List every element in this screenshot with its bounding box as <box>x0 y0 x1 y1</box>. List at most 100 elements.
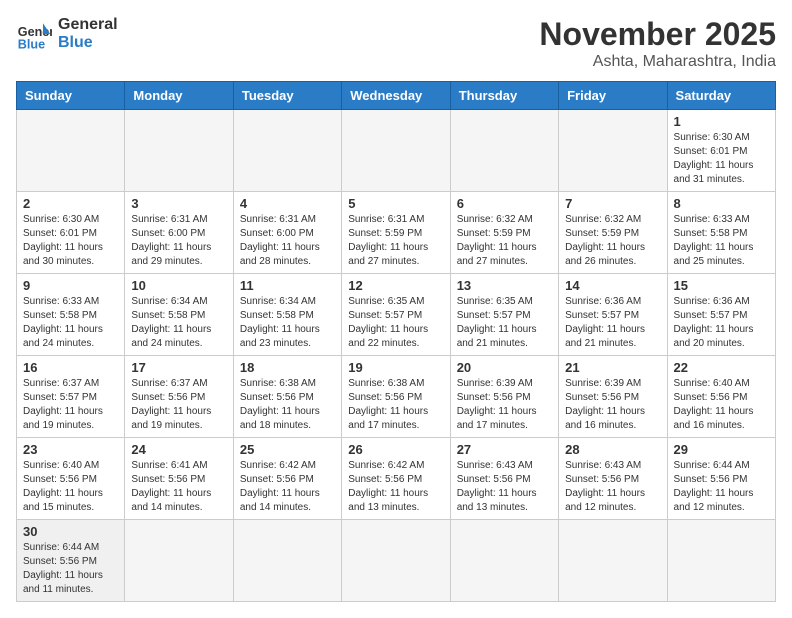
calendar-day-cell <box>233 110 341 192</box>
day-info: Sunrise: 6:31 AMSunset: 6:00 PMDaylight:… <box>131 213 226 269</box>
calendar-day-cell: 28Sunrise: 6:43 AMSunset: 5:56 PMDayligh… <box>559 438 667 520</box>
calendar-day-cell: 13 Sunrise: 6:35 AMSunset: 5:57 PMDayligh… <box>450 274 558 356</box>
calendar-day-cell: 17Sunrise: 6:37 AMSunset: 5:56 PMDayligh… <box>125 356 233 438</box>
day-info: Sunrise: 6:42 AMSunset: 5:56 PMDaylight:… <box>348 459 443 515</box>
day-number: 4 <box>240 196 335 211</box>
day-number: 24 <box>131 442 226 457</box>
day-info: Sunrise: 6:39 AMSunset: 5:56 PMDaylight:… <box>565 377 660 433</box>
calendar-day-cell: 14 Sunrise: 6:36 AMSunset: 5:57 PMDayligh… <box>559 274 667 356</box>
day-number: 23 <box>23 442 118 457</box>
logo-icon: General Blue <box>16 16 52 52</box>
calendar-day-cell: 25 Sunrise: 6:42 AMSunset: 5:56 PMDayligh… <box>233 438 341 520</box>
day-number: 12 <box>348 278 443 293</box>
day-info: Sunrise: 6:33 AMSunset: 5:58 PMDaylight:… <box>674 213 769 269</box>
calendar-day-cell: 7 Sunrise: 6:32 AMSunset: 5:59 PMDaylight… <box>559 192 667 274</box>
calendar-day-cell <box>450 110 558 192</box>
day-number: 25 <box>240 442 335 457</box>
weekday-header: Friday <box>559 82 667 110</box>
title-area: November 2025 Ashta, Maharashtra, India <box>539 16 776 71</box>
calendar-day-cell <box>342 520 450 602</box>
calendar-day-cell <box>450 520 558 602</box>
day-number: 20 <box>457 360 552 375</box>
day-info: Sunrise: 6:44 AMSunset: 5:56 PMDaylight:… <box>674 459 769 515</box>
calendar-week-row: 2 Sunrise: 6:30 AMSunset: 6:01 PMDaylight… <box>17 192 776 274</box>
calendar-week-row: 23 Sunrise: 6:40 AMSunset: 5:56 PMDayligh… <box>17 438 776 520</box>
calendar-header-row: SundayMondayTuesdayWednesdayThursdayFrid… <box>17 82 776 110</box>
day-info: Sunrise: 6:36 AMSunset: 5:57 PMDaylight:… <box>565 295 660 351</box>
day-info: Sunrise: 6:31 AMSunset: 5:59 PMDaylight:… <box>348 213 443 269</box>
day-number: 3 <box>131 196 226 211</box>
logo-general-text: General <box>58 16 118 34</box>
calendar-day-cell: 15Sunrise: 6:36 AMSunset: 5:57 PMDayligh… <box>667 274 775 356</box>
day-number: 26 <box>348 442 443 457</box>
calendar-day-cell: 1Sunrise: 6:30 AMSunset: 6:01 PMDaylight… <box>667 110 775 192</box>
day-info: Sunrise: 6:39 AMSunset: 5:56 PMDaylight:… <box>457 377 552 433</box>
day-info: Sunrise: 6:41 AMSunset: 5:56 PMDaylight:… <box>131 459 226 515</box>
day-number: 9 <box>23 278 118 293</box>
calendar-day-cell: 23 Sunrise: 6:40 AMSunset: 5:56 PMDayligh… <box>17 438 125 520</box>
calendar-day-cell: 22Sunrise: 6:40 AMSunset: 5:56 PMDayligh… <box>667 356 775 438</box>
day-number: 10 <box>131 278 226 293</box>
calendar-day-cell: 3 Sunrise: 6:31 AMSunset: 6:00 PMDaylight… <box>125 192 233 274</box>
day-number: 28 <box>565 442 660 457</box>
calendar-day-cell: 29 Sunrise: 6:44 AMSunset: 5:56 PMDayligh… <box>667 438 775 520</box>
calendar-day-cell: 9 Sunrise: 6:33 AMSunset: 5:58 PMDaylight… <box>17 274 125 356</box>
calendar-day-cell <box>125 520 233 602</box>
calendar-day-cell: 4 Sunrise: 6:31 AMSunset: 6:00 PMDaylight… <box>233 192 341 274</box>
day-number: 2 <box>23 196 118 211</box>
calendar-day-cell: 26 Sunrise: 6:42 AMSunset: 5:56 PMDayligh… <box>342 438 450 520</box>
calendar-day-cell <box>342 110 450 192</box>
weekday-header: Thursday <box>450 82 558 110</box>
calendar-day-cell: 27Sunrise: 6:43 AMSunset: 5:56 PMDayligh… <box>450 438 558 520</box>
day-number: 7 <box>565 196 660 211</box>
day-info: Sunrise: 6:35 AMSunset: 5:57 PMDaylight:… <box>348 295 443 351</box>
calendar-day-cell <box>559 110 667 192</box>
day-info: Sunrise: 6:34 AMSunset: 5:58 PMDaylight:… <box>240 295 335 351</box>
month-title: November 2025 <box>539 16 776 53</box>
day-info: Sunrise: 6:30 AMSunset: 6:01 PMDaylight:… <box>674 131 769 187</box>
header: General Blue General Blue November 2025 … <box>16 16 776 71</box>
day-info: Sunrise: 6:30 AMSunset: 6:01 PMDaylight:… <box>23 213 118 269</box>
calendar-day-cell: 16 Sunrise: 6:37 AMSunset: 5:57 PMDayligh… <box>17 356 125 438</box>
day-number: 8 <box>674 196 769 211</box>
calendar-day-cell <box>559 520 667 602</box>
day-info: Sunrise: 6:38 AMSunset: 5:56 PMDaylight:… <box>240 377 335 433</box>
day-info: Sunrise: 6:35 AMSunset: 5:57 PMDaylight:… <box>457 295 552 351</box>
calendar-day-cell: 20 Sunrise: 6:39 AMSunset: 5:56 PMDayligh… <box>450 356 558 438</box>
day-number: 16 <box>23 360 118 375</box>
day-info: Sunrise: 6:33 AMSunset: 5:58 PMDaylight:… <box>23 295 118 351</box>
day-info: Sunrise: 6:34 AMSunset: 5:58 PMDaylight:… <box>131 295 226 351</box>
weekday-header: Monday <box>125 82 233 110</box>
weekday-header: Wednesday <box>342 82 450 110</box>
day-number: 21 <box>565 360 660 375</box>
calendar-week-row: 9 Sunrise: 6:33 AMSunset: 5:58 PMDaylight… <box>17 274 776 356</box>
day-info: Sunrise: 6:40 AMSunset: 5:56 PMDaylight:… <box>674 377 769 433</box>
day-info: Sunrise: 6:37 AMSunset: 5:57 PMDaylight:… <box>23 377 118 433</box>
day-number: 14 <box>565 278 660 293</box>
day-number: 30 <box>23 524 118 539</box>
day-number: 6 <box>457 196 552 211</box>
day-number: 13 <box>457 278 552 293</box>
day-info: Sunrise: 6:42 AMSunset: 5:56 PMDaylight:… <box>240 459 335 515</box>
calendar-day-cell: 10 Sunrise: 6:34 AMSunset: 5:58 PMDayligh… <box>125 274 233 356</box>
calendar-day-cell <box>233 520 341 602</box>
day-info: Sunrise: 6:43 AMSunset: 5:56 PMDaylight:… <box>457 459 552 515</box>
day-info: Sunrise: 6:44 AMSunset: 5:56 PMDaylight:… <box>23 541 118 597</box>
day-info: Sunrise: 6:32 AMSunset: 5:59 PMDaylight:… <box>565 213 660 269</box>
calendar-day-cell: 12 Sunrise: 6:35 AMSunset: 5:57 PMDayligh… <box>342 274 450 356</box>
calendar-day-cell: 19 Sunrise: 6:38 AMSunset: 5:56 PMDayligh… <box>342 356 450 438</box>
day-info: Sunrise: 6:38 AMSunset: 5:56 PMDaylight:… <box>348 377 443 433</box>
day-info: Sunrise: 6:31 AMSunset: 6:00 PMDaylight:… <box>240 213 335 269</box>
calendar-day-cell: 5Sunrise: 6:31 AMSunset: 5:59 PMDaylight… <box>342 192 450 274</box>
logo: General Blue General Blue <box>16 16 118 52</box>
day-number: 29 <box>674 442 769 457</box>
calendar-day-cell <box>667 520 775 602</box>
logo-blue-text: Blue <box>58 34 118 52</box>
calendar: SundayMondayTuesdayWednesdayThursdayFrid… <box>16 81 776 602</box>
weekday-header: Saturday <box>667 82 775 110</box>
calendar-day-cell <box>17 110 125 192</box>
weekday-header: Tuesday <box>233 82 341 110</box>
day-number: 19 <box>348 360 443 375</box>
day-info: Sunrise: 6:40 AMSunset: 5:56 PMDaylight:… <box>23 459 118 515</box>
calendar-day-cell: 11Sunrise: 6:34 AMSunset: 5:58 PMDayligh… <box>233 274 341 356</box>
